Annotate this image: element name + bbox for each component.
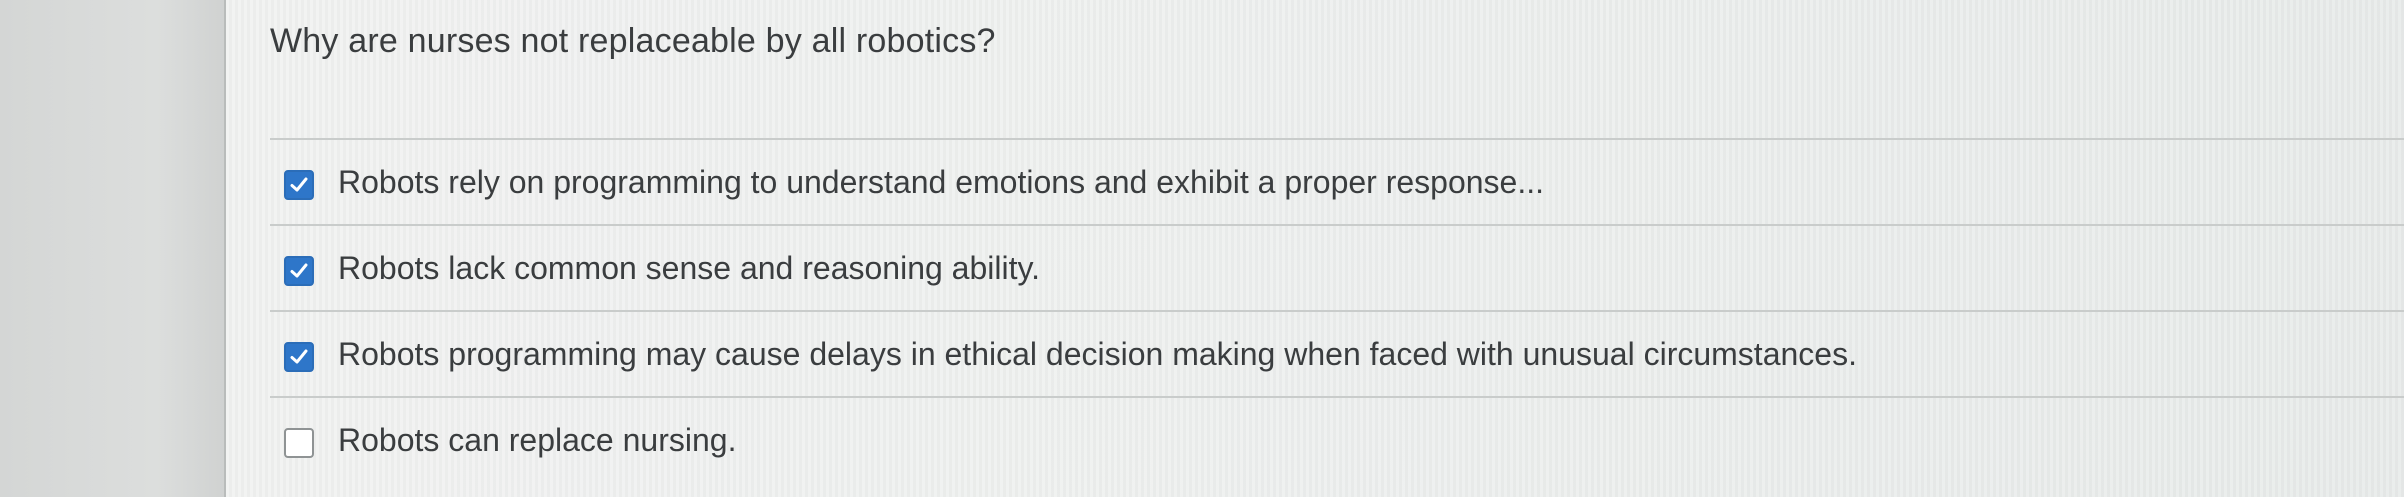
checkmark-icon	[290, 349, 308, 364]
answer-checkbox-3[interactable]	[284, 342, 314, 372]
answer-checkbox-4[interactable]	[284, 428, 314, 458]
answer-option-1[interactable]: Robots rely on programming to understand…	[270, 138, 2404, 224]
checkmark-icon	[290, 177, 308, 192]
answer-checkbox-1[interactable]	[284, 170, 314, 200]
left-gutter	[0, 0, 224, 497]
checkmark-icon	[290, 263, 308, 278]
answer-list: Robots rely on programming to understand…	[270, 138, 2404, 482]
answer-label-4[interactable]: Robots can replace nursing.	[338, 422, 736, 459]
question-text: Why are nurses not replaceable by all ro…	[270, 22, 996, 60]
answer-label-1[interactable]: Robots rely on programming to understand…	[338, 164, 1544, 201]
answer-label-3[interactable]: Robots programming may cause delays in e…	[338, 336, 1857, 373]
answer-option-2[interactable]: Robots lack common sense and reasoning a…	[270, 224, 2404, 310]
answer-option-3[interactable]: Robots programming may cause delays in e…	[270, 310, 2404, 396]
answer-option-4[interactable]: Robots can replace nursing.	[270, 396, 2404, 482]
question-panel: Why are nurses not replaceable by all ro…	[226, 0, 2404, 497]
answer-label-2[interactable]: Robots lack common sense and reasoning a…	[338, 250, 1040, 287]
answer-checkbox-2[interactable]	[284, 256, 314, 286]
